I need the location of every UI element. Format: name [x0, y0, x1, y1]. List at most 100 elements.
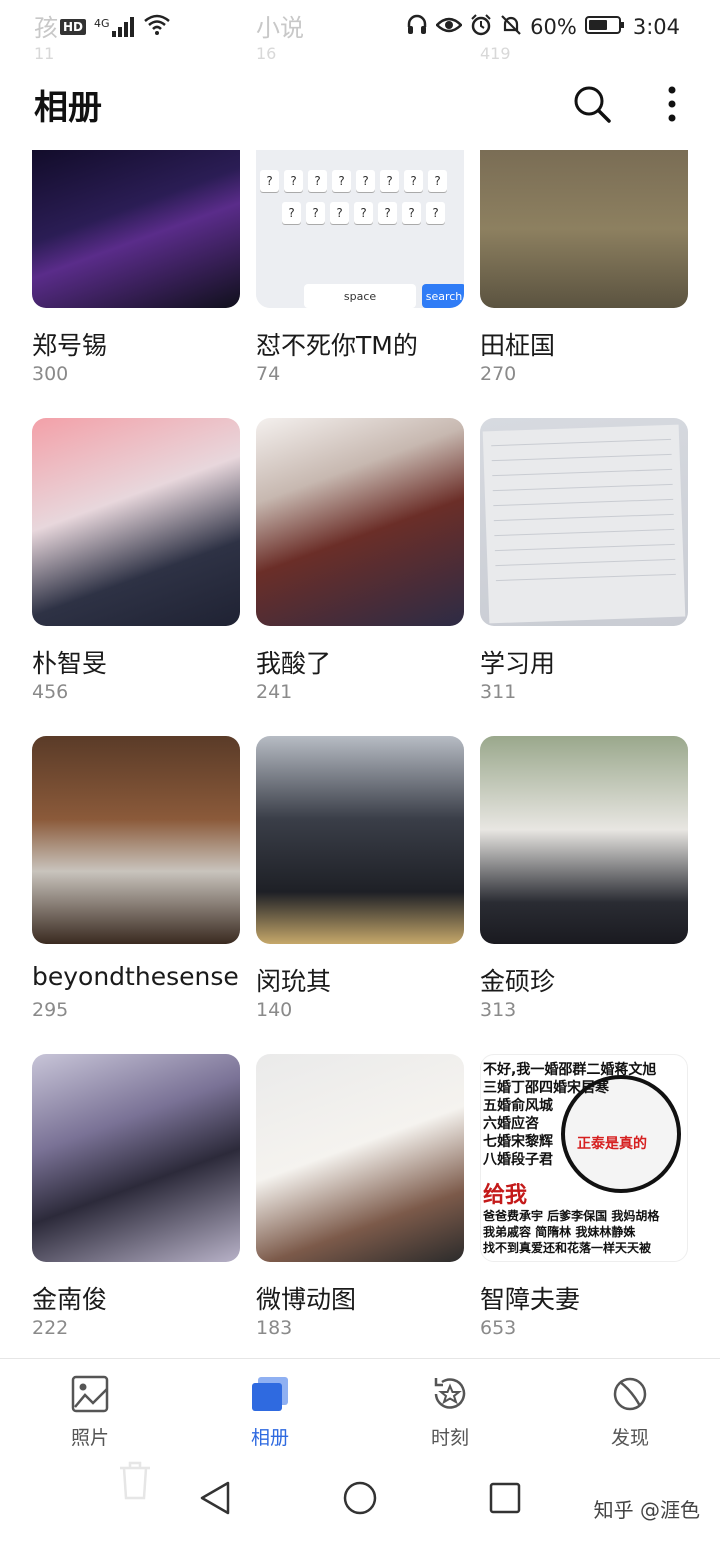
- hd-badge: HD: [60, 19, 87, 35]
- album-card[interactable]: 我酸了 241: [256, 418, 464, 736]
- battery-percent: 60%: [530, 15, 577, 39]
- alarm-icon: [470, 13, 492, 41]
- meme-text: 正泰是真的: [577, 1136, 647, 1152]
- recents-icon[interactable]: [488, 1481, 522, 1519]
- album-name: beyondthesense: [32, 962, 239, 991]
- keyboard-key: ?: [404, 170, 423, 192]
- meme-text: 给我: [483, 1183, 528, 1208]
- meme-text: 六婚应咨: [483, 1116, 539, 1132]
- keyboard-key: ?: [306, 202, 325, 224]
- status-bar: HD 4G 60% 3:04: [0, 0, 720, 54]
- tab-label: 相册: [250, 1427, 289, 1449]
- keyboard-key: ?: [330, 202, 349, 224]
- album-cover: [32, 736, 240, 944]
- meme-text: 我弟戚容 简隋林 我妹林静姝: [483, 1225, 636, 1239]
- meme-text: 不好,我一婚邵群二婚蒋文旭: [483, 1062, 657, 1078]
- wifi-icon: [143, 14, 170, 41]
- album-cover: [480, 736, 688, 944]
- trash-icon: [118, 1460, 152, 1504]
- album-cover: [32, 418, 240, 626]
- album-count: 222: [32, 1317, 69, 1339]
- keyboard-key: ?: [380, 170, 399, 192]
- album-name: 田柾国: [480, 331, 556, 360]
- keyboard-key: ?: [284, 170, 303, 192]
- album-name: 金南俊: [32, 1285, 108, 1314]
- album-cover: 不好,我一婚邵群二婚蒋文旭 三婚丁邵四婚宋居寒 五婚俞风城 六婚应咨 七婚宋黎辉…: [480, 1054, 688, 1262]
- tab-label: 发现: [610, 1427, 649, 1449]
- album-name: 智障夫妻: [480, 1285, 581, 1314]
- album-count: 74: [256, 363, 281, 385]
- more-vertical-icon[interactable]: [650, 82, 694, 126]
- keyboard-key: ?: [282, 202, 301, 224]
- album-name: 学习用: [480, 649, 556, 678]
- tab-label: 照片: [70, 1427, 109, 1449]
- meme-text: 找不到真爱还和花落一样天天被: [483, 1241, 652, 1255]
- album-count: 270: [480, 363, 517, 385]
- tab-albums[interactable]: 相册: [180, 1359, 360, 1450]
- album-card[interactable]: 闵玧其 140: [256, 736, 464, 1054]
- keyboard-key: ?: [308, 170, 327, 192]
- tab-discover[interactable]: 发现: [540, 1359, 720, 1450]
- album-count: 653: [480, 1317, 517, 1339]
- headphones-icon: [406, 14, 428, 41]
- clock-time: 3:04: [632, 15, 680, 39]
- album-cover: [256, 1054, 464, 1262]
- battery-icon: [584, 15, 625, 40]
- album-count: 311: [480, 681, 517, 703]
- album-name: 我酸了: [256, 649, 332, 678]
- meme-text: 七婚宋黎辉: [483, 1134, 553, 1150]
- album-count: 140: [256, 999, 293, 1021]
- signal-icon: 4G: [94, 17, 136, 37]
- meme-text: 三婚丁邵四婚宋居寒: [483, 1080, 609, 1096]
- tab-photos[interactable]: 照片: [0, 1359, 180, 1450]
- back-icon[interactable]: [198, 1480, 232, 1520]
- album-cover: [256, 736, 464, 944]
- app-bar: 相册: [0, 72, 720, 136]
- album-card[interactable]: 金南俊 222: [32, 1054, 240, 1372]
- discover-icon: [610, 1375, 650, 1417]
- tab-label: 时刻: [430, 1427, 469, 1449]
- notebook-photo: [482, 424, 686, 624]
- keyboard-key: ?: [260, 170, 279, 192]
- meme-text: 爸爸费承宇 后爹李保国 我妈胡格: [483, 1209, 660, 1223]
- album-count: 313: [480, 999, 517, 1021]
- album-name: 郑号锡: [32, 331, 108, 360]
- album-name: 朴智旻: [32, 649, 108, 678]
- bottom-navigation: 照片 相册 时刻 发现: [0, 1358, 720, 1459]
- album-cover: [256, 418, 464, 626]
- photo-icon: [71, 1375, 109, 1417]
- album-card[interactable]: 朴智旻 456: [32, 418, 240, 736]
- keyboard-key: ?: [426, 202, 445, 224]
- album-card[interactable]: 学习用 311: [480, 418, 688, 736]
- keyboard-screenshot: ???????? ??????? space search: [256, 150, 464, 308]
- album-count: 295: [32, 999, 69, 1021]
- search-icon[interactable]: [570, 82, 614, 126]
- album-name: 闵玧其: [256, 967, 332, 996]
- album-cover: [480, 418, 688, 626]
- album-count: 183: [256, 1317, 293, 1339]
- album-card[interactable]: 不好,我一婚邵群二婚蒋文旭 三婚丁邵四婚宋居寒 五婚俞风城 六婚应咨 七婚宋黎辉…: [480, 1054, 688, 1372]
- album-card[interactable]: ???????? ??????? space search 怼不死你TM的 74: [256, 100, 464, 418]
- album-card[interactable]: 田柾国 270: [480, 100, 688, 418]
- album-cover: [32, 1054, 240, 1262]
- album-count: 300: [32, 363, 69, 385]
- meme-text: 五婚俞风城: [483, 1098, 553, 1114]
- keyboard-key: ?: [354, 202, 373, 224]
- mute-notification-icon: [500, 14, 522, 41]
- album-card[interactable]: 微博动图 183: [256, 1054, 464, 1372]
- keyboard-key: ?: [356, 170, 375, 192]
- album-count: 241: [256, 681, 293, 703]
- album-count: 456: [32, 681, 69, 703]
- album-card[interactable]: beyondthesense 295: [32, 736, 240, 1054]
- album-cover: [32, 150, 240, 308]
- space-key: space: [304, 284, 416, 308]
- search-key: search: [422, 284, 464, 308]
- album-grid: 郑号锡 300 ???????? ??????? space search 怼不…: [32, 100, 688, 1372]
- album-name: 金硕珍: [480, 967, 556, 996]
- meme-text: 八婚段子君: [483, 1152, 553, 1168]
- album-cover: ???????? ??????? space search: [256, 150, 464, 308]
- album-card[interactable]: 金硕珍 313: [480, 736, 688, 1054]
- home-icon[interactable]: [342, 1480, 378, 1520]
- album-card[interactable]: 郑号锡 300: [32, 100, 240, 418]
- tab-moments[interactable]: 时刻: [360, 1359, 540, 1450]
